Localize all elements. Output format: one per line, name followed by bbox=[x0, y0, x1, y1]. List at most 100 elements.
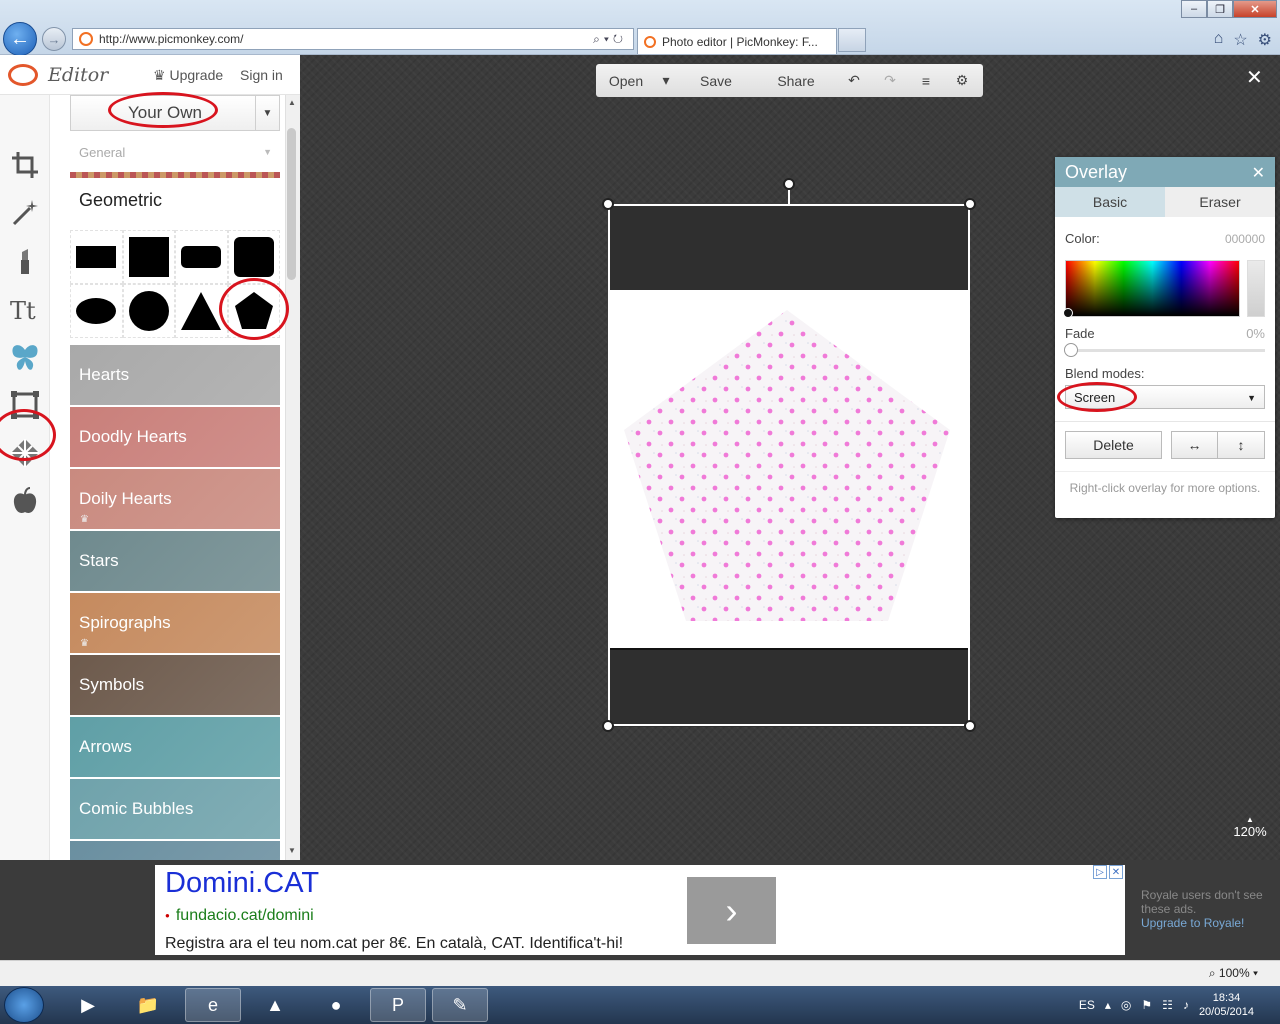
panel-scroll-thumb[interactable] bbox=[287, 128, 296, 280]
ad-banner[interactable]: Domini.CAT ● fundacio.cat/domini Registra… bbox=[155, 865, 1125, 955]
back-button[interactable]: ← bbox=[3, 22, 37, 56]
close-icon[interactable]: ✕ bbox=[1252, 163, 1265, 183]
fade-slider-knob[interactable] bbox=[1064, 343, 1078, 357]
clock[interactable]: 18:34 20/05/2014 bbox=[1199, 991, 1254, 1019]
wand-icon[interactable] bbox=[7, 195, 43, 231]
forward-button[interactable]: → bbox=[42, 27, 66, 51]
browser-statusbar: ⌕ 100% ▾ bbox=[0, 960, 1280, 986]
layers-icon[interactable]: ≡ bbox=[908, 64, 944, 97]
upgrade-royale-link[interactable]: Upgrade to Royale! bbox=[1141, 916, 1244, 930]
ad-title[interactable]: Domini.CAT bbox=[165, 867, 319, 900]
category-hearts[interactable]: Hearts bbox=[70, 345, 280, 405]
sign-in-link[interactable]: Sign in bbox=[240, 67, 283, 83]
restore-button[interactable]: ❐ bbox=[1207, 0, 1233, 18]
scroll-up-icon[interactable]: ▲ bbox=[288, 98, 296, 107]
category-doily-hearts[interactable]: Doily Hearts ♛ bbox=[70, 469, 280, 529]
search-refresh-icon[interactable]: ⌕▾↻ bbox=[593, 32, 627, 47]
cat-logo-icon: ● bbox=[165, 911, 170, 921]
fade-slider-track[interactable] bbox=[1069, 349, 1265, 352]
adchoices-icon[interactable]: ▷ bbox=[1093, 865, 1107, 879]
address-url[interactable]: http://www.picmonkey.com/ bbox=[99, 32, 593, 46]
crop-icon[interactable] bbox=[7, 147, 43, 183]
category-spirographs[interactable]: Spirographs ♛ bbox=[70, 593, 280, 653]
paint-icon[interactable]: ✎ bbox=[432, 988, 488, 1022]
minimize-button[interactable]: – bbox=[1181, 0, 1207, 18]
butterfly-icon[interactable] bbox=[7, 339, 43, 375]
selection-box[interactable] bbox=[608, 204, 970, 726]
category-nautical[interactable]: Nautical bbox=[70, 841, 280, 860]
zoom-up-icon[interactable]: ▲ bbox=[1230, 815, 1270, 824]
vlc-icon[interactable]: ▲ bbox=[247, 988, 303, 1022]
shape-rounded-square[interactable] bbox=[227, 230, 280, 284]
resize-handle-top-right[interactable] bbox=[964, 198, 976, 210]
resize-handle-top-left[interactable] bbox=[602, 198, 614, 210]
shape-rounded-rectangle[interactable] bbox=[175, 230, 228, 284]
open-dropdown-icon[interactable]: ▾ bbox=[656, 64, 676, 97]
color-picker-knob[interactable] bbox=[1063, 308, 1073, 318]
internet-explorer-icon[interactable]: e bbox=[185, 988, 241, 1022]
shape-ellipse[interactable] bbox=[70, 284, 123, 338]
upgrade-link[interactable]: ♛ Upgrade bbox=[153, 67, 223, 84]
volume-icon[interactable]: ♪ bbox=[1183, 998, 1189, 1012]
language-indicator[interactable]: ES bbox=[1079, 998, 1095, 1012]
shape-square[interactable] bbox=[122, 230, 175, 284]
tool-rail: Tt bbox=[0, 95, 50, 860]
apple-icon[interactable] bbox=[7, 483, 43, 519]
close-window-button[interactable]: ✕ bbox=[1233, 0, 1277, 18]
media-player-icon[interactable]: ▶ bbox=[60, 988, 116, 1022]
resize-handle-bottom-left[interactable] bbox=[602, 720, 614, 732]
annotation-circle-category bbox=[108, 92, 218, 128]
zoom-indicator[interactable]: ▲ 120% bbox=[1230, 815, 1270, 839]
share-button[interactable]: Share bbox=[756, 64, 836, 97]
redo-icon[interactable]: ↷ bbox=[872, 64, 908, 97]
editor-topbar: Editor ♛ Upgrade Sign in bbox=[0, 55, 300, 95]
tab-basic[interactable]: Basic bbox=[1055, 187, 1165, 217]
tray-arrow-icon[interactable]: ▴ bbox=[1105, 998, 1111, 1012]
close-editor-icon[interactable]: ✕ bbox=[1246, 65, 1263, 90]
ad-url[interactable]: ● fundacio.cat/domini bbox=[165, 907, 314, 925]
firefox-icon[interactable]: ● bbox=[308, 988, 364, 1022]
color-shade-bar[interactable] bbox=[1247, 260, 1265, 317]
ad-close-icon[interactable]: ✕ bbox=[1109, 865, 1123, 879]
text-icon[interactable]: Tt bbox=[7, 291, 43, 327]
flag-icon[interactable]: ⚑ bbox=[1141, 998, 1152, 1012]
category-stars[interactable]: Stars bbox=[70, 531, 280, 591]
color-spectrum[interactable] bbox=[1065, 260, 1240, 317]
ad-go-button[interactable]: › bbox=[687, 877, 776, 944]
category-arrows[interactable]: Arrows bbox=[70, 717, 280, 777]
start-button[interactable] bbox=[4, 987, 44, 1023]
royale-crown-icon: ♛ bbox=[80, 514, 89, 525]
new-tab-button[interactable] bbox=[838, 28, 866, 52]
powerpoint-icon[interactable]: P bbox=[370, 988, 426, 1022]
flip-horizontal-icon[interactable]: ↔ bbox=[1171, 431, 1218, 459]
subcategory-select[interactable]: General ▼ bbox=[70, 145, 280, 165]
settings-gear-icon[interactable]: ⚙ bbox=[944, 64, 980, 97]
category-dropdown-button[interactable]: ▼ bbox=[255, 95, 280, 131]
shape-rectangle[interactable] bbox=[70, 230, 123, 284]
file-explorer-icon[interactable]: 📁 bbox=[120, 988, 176, 1022]
tray-app-icon[interactable]: ◎ bbox=[1121, 998, 1131, 1012]
network-icon[interactable]: ☷ bbox=[1162, 998, 1173, 1012]
rotate-handle[interactable] bbox=[783, 178, 795, 190]
favorites-star-icon[interactable]: ☆ bbox=[1233, 30, 1247, 50]
resize-handle-bottom-right[interactable] bbox=[964, 720, 976, 732]
chevron-right-icon: › bbox=[725, 889, 738, 931]
save-button[interactable]: Save bbox=[676, 64, 756, 97]
category-comic-bubbles[interactable]: Comic Bubbles bbox=[70, 779, 280, 839]
shape-circle[interactable] bbox=[122, 284, 175, 338]
browser-zoom[interactable]: ⌕ 100% ▾ bbox=[1209, 966, 1258, 981]
scroll-down-icon[interactable]: ▼ bbox=[288, 846, 296, 855]
tab-eraser[interactable]: Eraser bbox=[1165, 187, 1275, 217]
flip-vertical-icon[interactable]: ↕ bbox=[1217, 431, 1265, 459]
undo-icon[interactable]: ↶ bbox=[836, 64, 872, 97]
address-bar[interactable]: http://www.picmonkey.com/ ⌕▾↻ bbox=[72, 28, 634, 50]
open-button[interactable]: Open bbox=[596, 64, 656, 97]
home-icon[interactable]: ⌂ bbox=[1214, 30, 1224, 50]
browser-tab[interactable]: Photo editor | PicMonkey: F... bbox=[637, 28, 837, 54]
category-symbols[interactable]: Symbols bbox=[70, 655, 280, 715]
gear-icon[interactable]: ⚙ bbox=[1258, 30, 1272, 50]
color-hex-value[interactable]: 000000 bbox=[1225, 232, 1265, 246]
delete-button[interactable]: Delete bbox=[1065, 431, 1162, 459]
lipstick-icon[interactable] bbox=[7, 243, 43, 279]
category-doodly-hearts[interactable]: Doodly Hearts bbox=[70, 407, 280, 467]
